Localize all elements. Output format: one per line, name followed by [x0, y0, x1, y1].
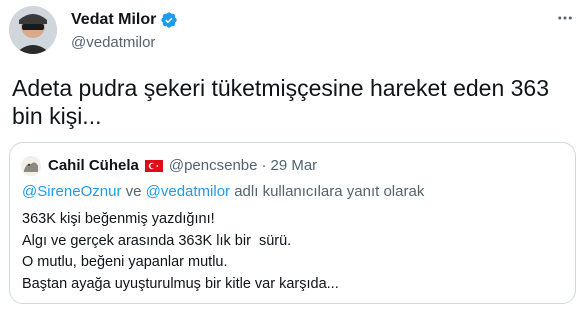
author-name[interactable]: Vedat Milor [71, 11, 178, 29]
quote-author-avatar[interactable] [21, 156, 41, 176]
reply-connector: ve [121, 183, 146, 200]
quote-header: Cahil Cühela @pencsenbe · 29 Mar [48, 157, 317, 174]
author-handle[interactable]: @vedatmilor [71, 34, 155, 51]
quote-line: 363K kişi beğenmiş yazdığını! [22, 211, 215, 227]
quote-author-handle[interactable]: @pencsenbe [169, 157, 258, 174]
verified-badge-icon [161, 12, 178, 28]
author-block: Vedat Milor [71, 11, 178, 29]
quote-date[interactable]: 29 Mar [270, 157, 317, 174]
quote-body: 363K kişi beğenmiş yazdığını! Algı ve ge… [22, 209, 339, 295]
mention-link[interactable]: @vedatmilor [146, 183, 230, 200]
quoted-tweet[interactable]: Cahil Cühela @pencsenbe · 29 Mar @Sirene… [9, 142, 576, 304]
turkey-flag-icon [144, 159, 163, 172]
author-avatar[interactable] [9, 6, 57, 54]
dots-icon [558, 16, 572, 20]
quote-separator: · [261, 157, 267, 174]
quote-line: Algı ve gerçek arasında 363K lık bir sür… [22, 232, 292, 249]
tweet-text: Adeta pudra şekeri tüketmişçesine hareke… [12, 75, 549, 129]
mention-link[interactable]: @SireneOznur [22, 183, 121, 200]
reply-suffix: adlı kullanıcılara yanıt olarak [230, 183, 425, 200]
quote-line: Baştan ayağa uyuşturulmuş bir kitle var … [22, 275, 339, 292]
more-options-icon[interactable] [550, 6, 580, 30]
reply-context: @SireneOznur ve @vedatmilor adlı kullanı… [22, 183, 424, 200]
quote-line: O mutlu, beğeni yapanlar mutlu. [22, 254, 228, 270]
quote-author-name[interactable]: Cahil Cühela [48, 157, 139, 174]
